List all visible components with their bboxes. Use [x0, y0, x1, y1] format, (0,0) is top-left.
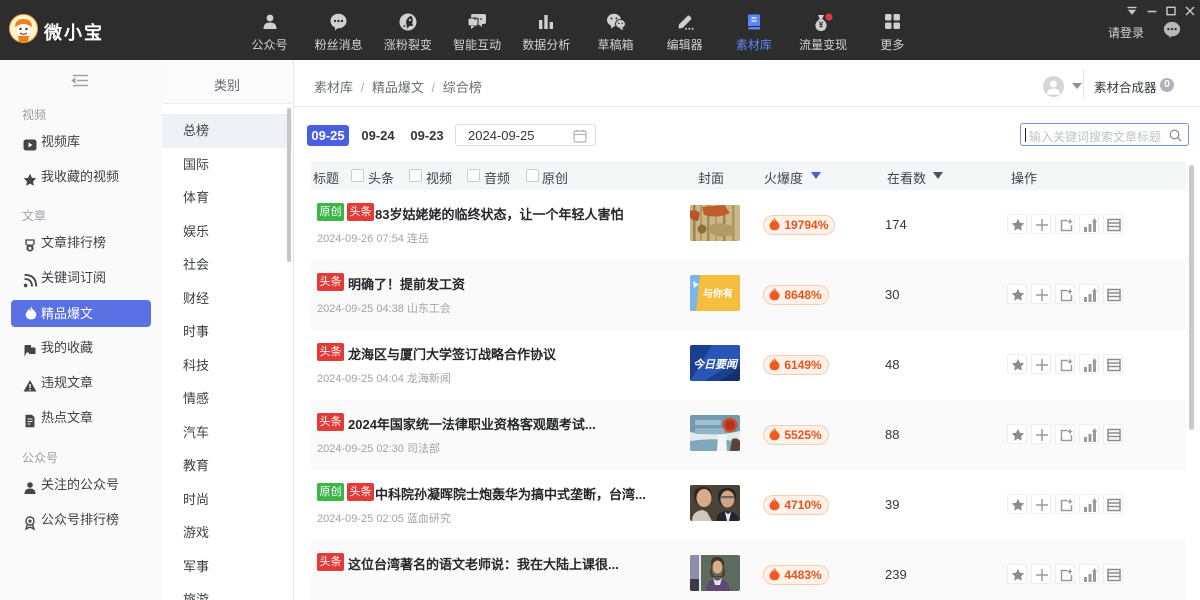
svg-text:¥: ¥ [819, 21, 824, 30]
svg-text:今日要闻: 今日要闻 [693, 358, 739, 371]
svg-text:与你有: 与你有 [703, 287, 733, 300]
